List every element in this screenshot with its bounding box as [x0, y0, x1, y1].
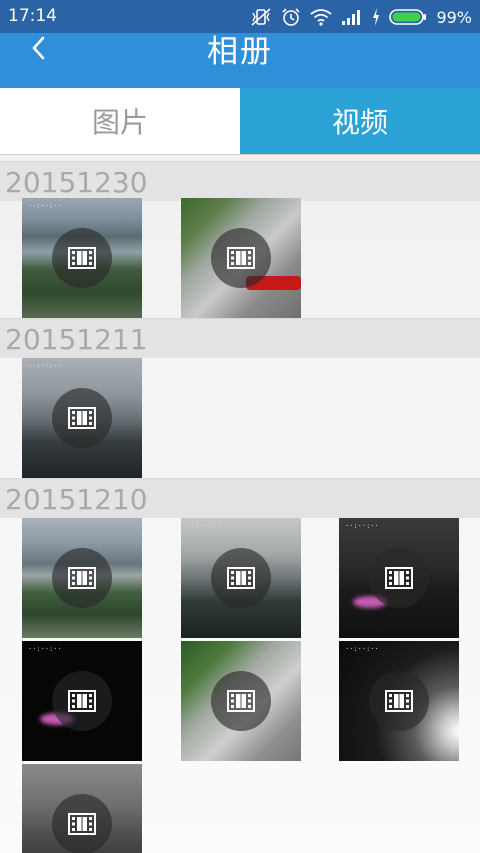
wifi-icon — [310, 9, 332, 26]
video-thumbnail[interactable] — [22, 518, 142, 638]
video-thumbnail[interactable]: ··:··:·· — [22, 198, 142, 318]
film-icon — [52, 671, 112, 731]
video-thumbnail[interactable]: ··:··:·· — [339, 518, 459, 638]
thumbnail-timestamp: ··:··:·· — [28, 362, 62, 370]
group-date: 20151211 — [5, 323, 148, 356]
date-group-header: 20151210 — [0, 478, 480, 518]
signal-icon — [342, 10, 361, 25]
status-time: 17:14 — [8, 6, 57, 26]
charging-bolt-icon — [373, 8, 380, 26]
video-gallery[interactable]: 20151230 ··:··:·· 20151211 ··:··:·· 2015… — [0, 155, 480, 853]
app-bar: 相册 — [0, 33, 480, 88]
vibrate-off-icon — [251, 8, 271, 26]
film-icon — [369, 671, 429, 731]
video-thumbnail[interactable]: ··:··:·· — [22, 641, 142, 761]
tab-bar: 图片 视频 — [0, 88, 480, 155]
group-date: 20151230 — [5, 166, 148, 199]
film-icon — [52, 388, 112, 448]
video-thumbnail[interactable]: ··:··:·· — [181, 518, 301, 638]
film-icon — [211, 671, 271, 731]
tab-photos[interactable]: 图片 — [0, 88, 240, 154]
video-thumbnail[interactable]: ··:··:·· — [339, 641, 459, 761]
film-icon — [211, 548, 271, 608]
tab-videos[interactable]: 视频 — [240, 88, 480, 154]
film-icon — [369, 548, 429, 608]
page-title: 相册 — [207, 34, 273, 70]
thumbnail-timestamp: ··:··:·· — [28, 645, 62, 653]
film-icon — [52, 548, 112, 608]
thumbnail-timestamp: ··:··:·· — [345, 522, 379, 530]
film-icon — [52, 228, 112, 288]
thumbnail-timestamp: ··:··:·· — [187, 522, 221, 530]
date-group-header: 20151211 — [0, 318, 480, 358]
video-thumbnail[interactable]: ··:··:·· — [22, 358, 142, 478]
film-icon — [52, 794, 112, 853]
video-thumbnail[interactable] — [181, 198, 301, 318]
battery-icon — [389, 9, 427, 25]
battery-percent: 99% — [436, 7, 472, 27]
video-thumbnail[interactable] — [181, 641, 301, 761]
thumbnail-timestamp: ··:··:·· — [28, 202, 62, 210]
date-group-header: 20151230 — [0, 161, 480, 201]
video-thumbnail[interactable] — [22, 764, 142, 853]
film-icon — [211, 228, 271, 288]
group-date: 20151210 — [5, 483, 148, 516]
thumbnail-timestamp: ··:··:·· — [345, 645, 379, 653]
alarm-icon — [282, 8, 301, 26]
